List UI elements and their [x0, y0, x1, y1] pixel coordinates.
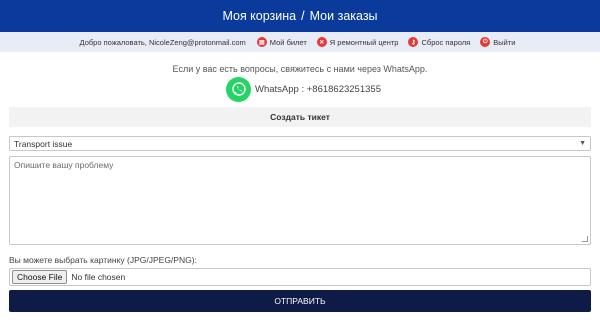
top-header: Моя корзина / Мои заказы — [0, 0, 600, 32]
user-bar: Добро пожаловать, NicoleZeng@protonmail.… — [0, 32, 600, 52]
logout-icon: ⏻ — [480, 37, 491, 47]
key-icon: ⚷ — [408, 37, 419, 47]
reset-password-label: Сброс пароля — [421, 37, 471, 47]
choose-file-button[interactable]: Choose File — [12, 270, 68, 284]
whatsapp-icon — [226, 76, 251, 102]
file-input[interactable]: Choose File No file chosen — [9, 268, 591, 286]
cart-link[interactable]: Моя корзина — [222, 9, 296, 23]
chevron-down-icon: ▼ — [579, 140, 586, 147]
create-ticket-heading: Создать тикет — [9, 107, 591, 127]
logout-label: Выйти — [493, 37, 516, 47]
header-separator: / — [301, 9, 305, 23]
wrench-icon: ✕ — [316, 37, 327, 47]
whatsapp-number: WhatsApp : +8618623251355 — [255, 83, 381, 95]
help-text: Если у вас есть вопросы, свяжитесь с нам… — [172, 64, 428, 74]
issue-type-select[interactable]: Transport issue ▼ — [9, 136, 591, 151]
logout-link[interactable]: ⏻ Выйти — [480, 37, 515, 47]
repair-center-link[interactable]: ✕ Я ремонтный центр — [316, 37, 399, 47]
orders-link[interactable]: Мои заказы — [310, 9, 378, 23]
resize-handle-icon[interactable] — [582, 236, 588, 242]
my-ticket-label: Мой билет — [269, 37, 307, 47]
whatsapp-contact[interactable]: WhatsApp : +8618623251355 — [226, 76, 381, 102]
ticket-icon: ▤ — [256, 37, 267, 47]
problem-description-placeholder: Опишите вашу проблему — [14, 160, 114, 170]
welcome-text: Добро пожаловать, NicoleZeng@protonmail.… — [79, 37, 246, 47]
reset-password-link[interactable]: ⚷ Сброс пароля — [408, 37, 470, 47]
image-upload-label: Вы можете выбрать картинку (JPG/JPEG/PNG… — [9, 255, 197, 265]
repair-center-label: Я ремонтный центр — [329, 37, 399, 47]
file-status-text: No file chosen — [71, 272, 126, 282]
problem-description-textarea[interactable]: Опишите вашу проблему — [9, 156, 591, 245]
submit-button[interactable]: ОТПРАВИТЬ — [9, 290, 591, 312]
issue-type-value: Transport issue — [14, 138, 73, 149]
my-ticket-link[interactable]: ▤ Мой билет — [256, 37, 307, 47]
